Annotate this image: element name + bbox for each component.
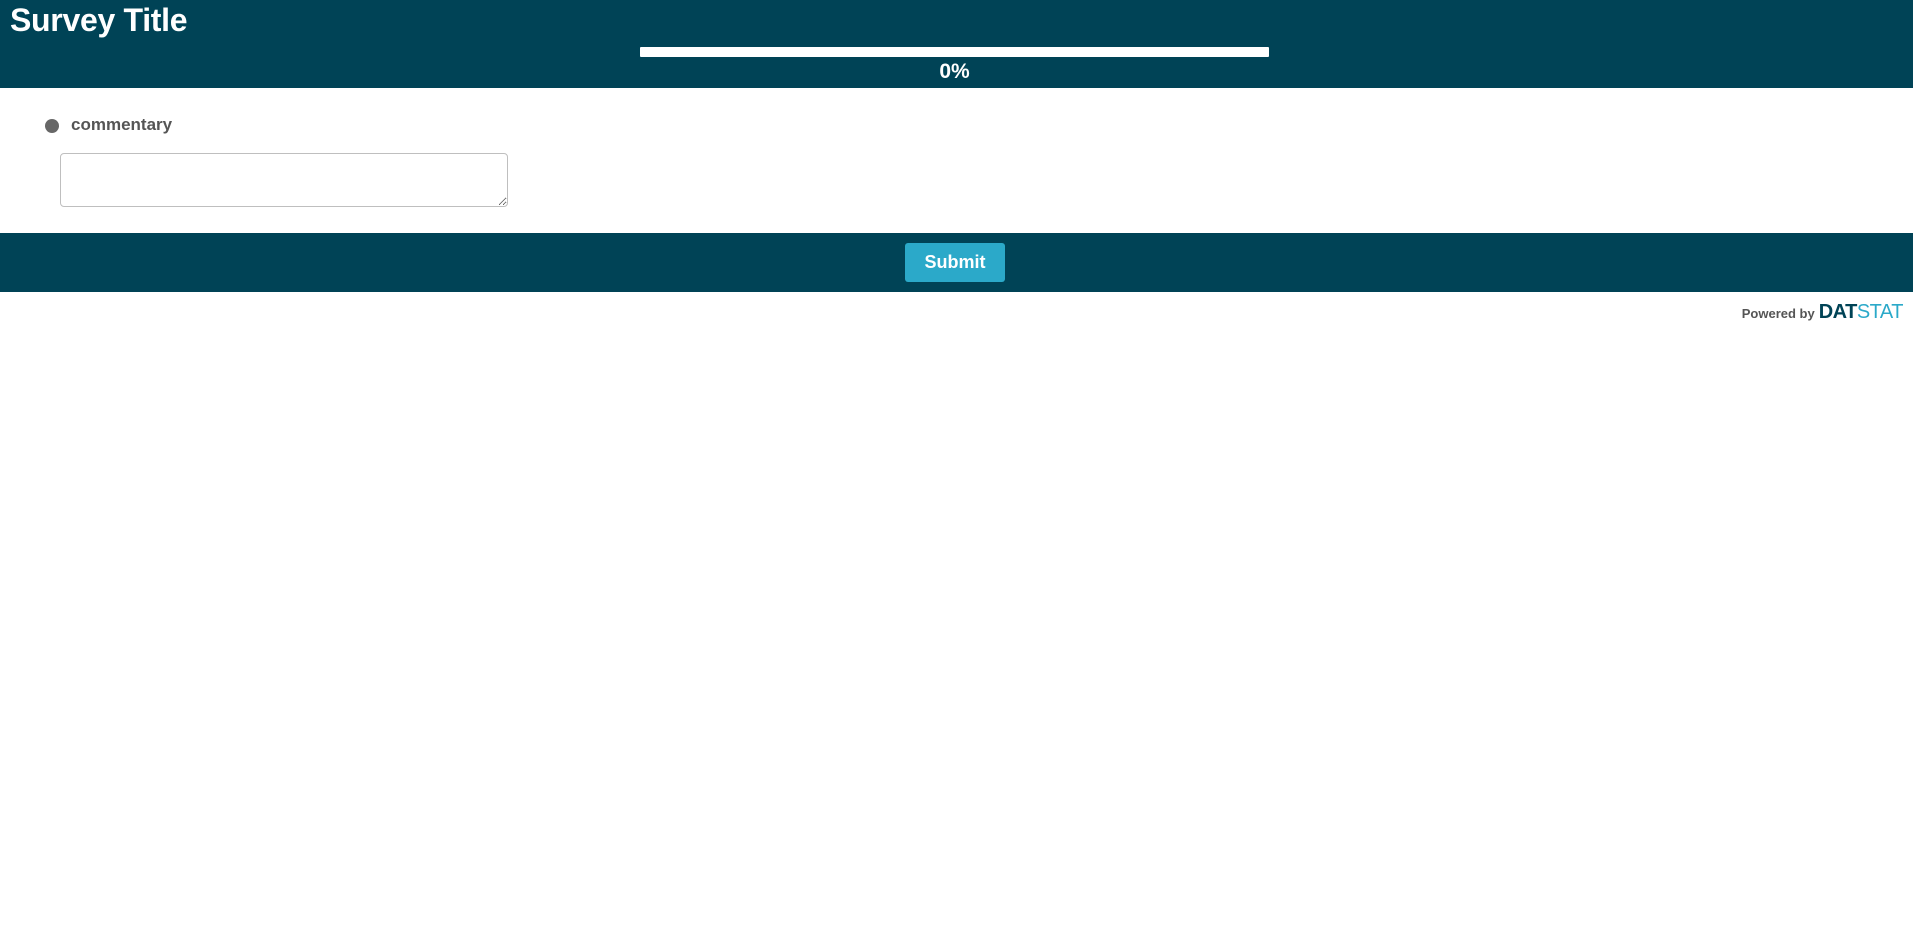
datstat-logo-dat: DAT <box>1818 301 1858 323</box>
datstat-logo-stat: STAT <box>1856 301 1904 323</box>
question-label: commentary <box>71 115 173 134</box>
progress-percent-label: 0% <box>939 60 970 83</box>
commentary-textarea[interactable] <box>60 153 508 207</box>
survey-footer-bar: Submit <box>0 233 1913 292</box>
powered-by-branding: Powered by DATSTAT <box>1741 301 1904 323</box>
survey-body: commentary <box>0 88 1913 233</box>
datstat-logo: DATSTAT <box>1818 301 1904 323</box>
progress-bar <box>640 47 1269 57</box>
question-bullet-icon <box>45 119 59 133</box>
survey-header: Survey Title 0% <box>0 0 1913 88</box>
survey-title: Survey Title <box>10 2 188 38</box>
powered-by-label: Powered by <box>1741 306 1815 321</box>
submit-button[interactable]: Submit <box>905 243 1005 282</box>
